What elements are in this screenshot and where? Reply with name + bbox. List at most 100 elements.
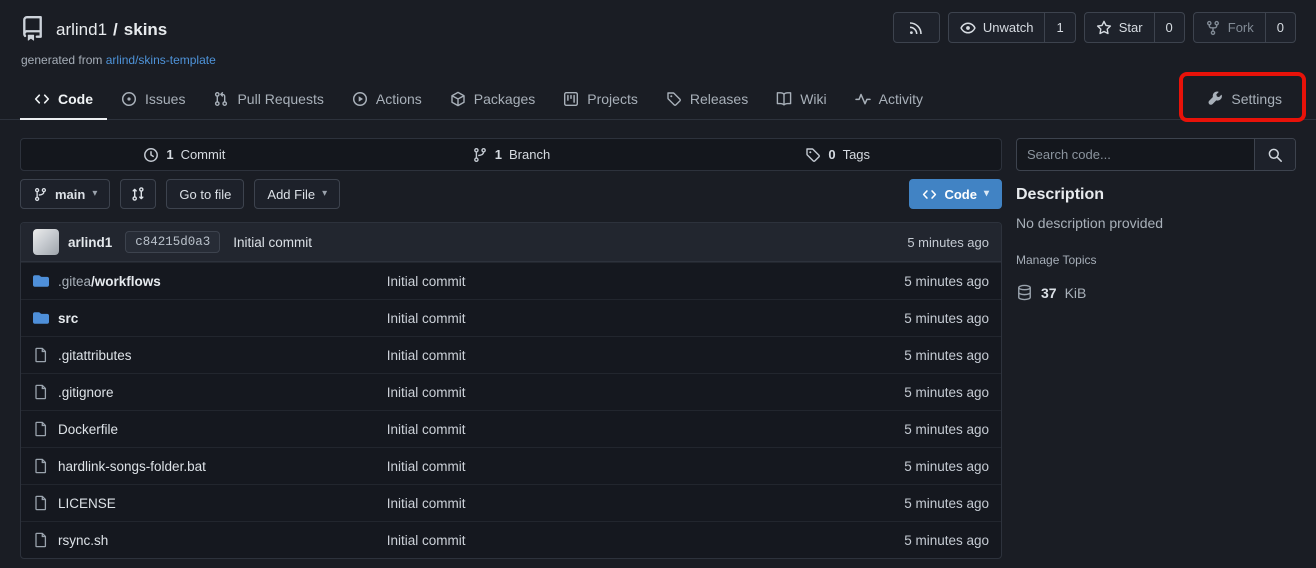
repo-size: 37 KiB xyxy=(1016,284,1296,301)
fork-button-group: Fork 0 xyxy=(1193,12,1296,43)
pulse-icon xyxy=(855,91,871,107)
star-button[interactable]: Star xyxy=(1085,13,1154,42)
repo-toolbar: main ▾ Go to file Add File ▾ Code ▾ xyxy=(20,179,1002,209)
stars-count[interactable]: 0 xyxy=(1154,13,1184,42)
commit-message-link[interactable]: Initial commit xyxy=(233,235,312,250)
table-row[interactable]: .gitattributes Initial commit 5 minutes … xyxy=(21,336,1001,373)
file-commit-time: 5 minutes ago xyxy=(904,311,989,326)
tab-code[interactable]: Code xyxy=(20,79,107,120)
tab-wiki[interactable]: Wiki xyxy=(762,79,840,119)
file-name-link[interactable]: .gitignore xyxy=(58,385,114,400)
repo-header: arlind1 / skins generated from arlind/sk… xyxy=(0,0,1316,67)
tags-stat[interactable]: 0 Tags xyxy=(674,139,1001,170)
path-name: LICENSE xyxy=(58,496,116,511)
compare-button[interactable] xyxy=(120,179,156,209)
history-clock-icon xyxy=(143,147,159,163)
manage-topics-link[interactable]: Manage Topics xyxy=(1016,253,1097,267)
path-name: Dockerfile xyxy=(58,422,118,437)
add-file-button[interactable]: Add File ▾ xyxy=(254,179,340,209)
search-input[interactable] xyxy=(1017,139,1254,170)
file-name-link[interactable]: .gitattributes xyxy=(58,348,132,363)
search-button[interactable] xyxy=(1254,139,1295,170)
tab-pull-requests[interactable]: Pull Requests xyxy=(199,79,337,119)
file-name-link[interactable]: rsync.sh xyxy=(58,533,108,548)
code-download-button[interactable]: Code ▾ xyxy=(909,179,1002,209)
template-repo-link[interactable]: arlind/skins-template xyxy=(106,53,216,67)
tab-projects[interactable]: Projects xyxy=(549,79,652,119)
file-commit-message[interactable]: Initial commit xyxy=(387,496,904,511)
file-commit-time: 5 minutes ago xyxy=(904,422,989,437)
file-commit-message[interactable]: Initial commit xyxy=(387,385,904,400)
repo-name-link[interactable]: skins xyxy=(124,20,167,40)
table-row[interactable]: .gitea/workflows Initial commit 5 minute… xyxy=(21,262,1001,299)
file-commit-message[interactable]: Initial commit xyxy=(387,422,904,437)
generated-from: generated from arlind/skins-template xyxy=(21,53,1296,67)
commits-stat[interactable]: 1 Commit xyxy=(21,139,348,170)
repo-owner-link[interactable]: arlind1 xyxy=(56,20,107,40)
table-row[interactable]: LICENSE Initial commit 5 minutes ago xyxy=(21,484,1001,521)
file-commit-message[interactable]: Initial commit xyxy=(387,311,904,326)
commits-count: 1 xyxy=(166,147,173,162)
file-name-link[interactable]: Dockerfile xyxy=(58,422,118,437)
folder-icon xyxy=(33,273,49,289)
branch-icon xyxy=(472,147,488,163)
table-row[interactable]: src Initial commit 5 minutes ago xyxy=(21,299,1001,336)
file-icon xyxy=(33,421,49,437)
file-commit-message[interactable]: Initial commit xyxy=(387,533,904,548)
file-name-link[interactable]: hardlink-songs-folder.bat xyxy=(58,459,206,474)
watchers-count[interactable]: 1 xyxy=(1044,13,1074,42)
branches-stat[interactable]: 1 Branch xyxy=(348,139,675,170)
commit-author-link[interactable]: arlind1 xyxy=(68,235,112,250)
star-button-group: Star 0 xyxy=(1084,12,1185,43)
tab-activity[interactable]: Activity xyxy=(841,79,937,119)
chevron-down-icon: ▾ xyxy=(984,189,989,199)
description-title: Description xyxy=(1016,186,1296,204)
tab-settings[interactable]: Settings xyxy=(1193,79,1296,119)
table-row[interactable]: Dockerfile Initial commit 5 minutes ago xyxy=(21,410,1001,447)
file-commit-message[interactable]: Initial commit xyxy=(387,348,904,363)
code-search-box xyxy=(1016,138,1296,171)
branch-selector[interactable]: main ▾ xyxy=(20,179,110,209)
commit-hash-link[interactable]: c84215d0a3 xyxy=(125,231,220,253)
forks-count[interactable]: 0 xyxy=(1265,13,1295,42)
fork-button[interactable]: Fork xyxy=(1194,13,1265,42)
go-to-file-label: Go to file xyxy=(179,187,231,202)
file-commit-time: 5 minutes ago xyxy=(904,533,989,548)
watch-button-group: Unwatch 1 xyxy=(948,12,1076,43)
package-icon xyxy=(450,91,466,107)
tag-icon xyxy=(805,147,821,163)
fork-label: Fork xyxy=(1228,20,1254,35)
tab-activity-label: Activity xyxy=(879,91,923,107)
tab-issues[interactable]: Issues xyxy=(107,79,199,119)
repo-sidebar: Description No description provided Mana… xyxy=(1016,138,1296,559)
rss-button-group xyxy=(893,12,940,43)
path-name: /workflows xyxy=(91,274,161,289)
file-commit-time: 5 minutes ago xyxy=(904,496,989,511)
go-to-file-button[interactable]: Go to file xyxy=(166,179,244,209)
tab-packages[interactable]: Packages xyxy=(436,79,549,119)
path-prefix: .gitea xyxy=(58,274,91,289)
file-name-link[interactable]: .gitea/workflows xyxy=(58,274,161,289)
file-commit-message[interactable]: Initial commit xyxy=(387,274,904,289)
path-name: hardlink-songs-folder.bat xyxy=(58,459,206,474)
latest-commit-row: arlind1 c84215d0a3 Initial commit 5 minu… xyxy=(21,223,1001,262)
unwatch-label: Unwatch xyxy=(983,20,1034,35)
file-name-link[interactable]: src xyxy=(58,311,78,326)
file-icon xyxy=(33,458,49,474)
repo-title-separator: / xyxy=(113,20,118,40)
unwatch-button[interactable]: Unwatch xyxy=(949,13,1045,42)
star-icon xyxy=(1096,20,1112,36)
project-board-icon xyxy=(563,91,579,107)
file-commit-time: 5 minutes ago xyxy=(904,385,989,400)
rss-button[interactable] xyxy=(894,13,939,42)
repo-actions: Unwatch 1 Star 0 Fork 0 xyxy=(893,12,1296,43)
file-name-link[interactable]: LICENSE xyxy=(58,496,116,511)
tab-releases[interactable]: Releases xyxy=(652,79,762,119)
table-row[interactable]: .gitignore Initial commit 5 minutes ago xyxy=(21,373,1001,410)
tab-actions[interactable]: Actions xyxy=(338,79,436,119)
table-row[interactable]: hardlink-songs-folder.bat Initial commit… xyxy=(21,447,1001,484)
file-commit-message[interactable]: Initial commit xyxy=(387,459,904,474)
path-name: .gitattributes xyxy=(58,348,132,363)
avatar[interactable] xyxy=(33,229,59,255)
table-row[interactable]: rsync.sh Initial commit 5 minutes ago xyxy=(21,521,1001,558)
